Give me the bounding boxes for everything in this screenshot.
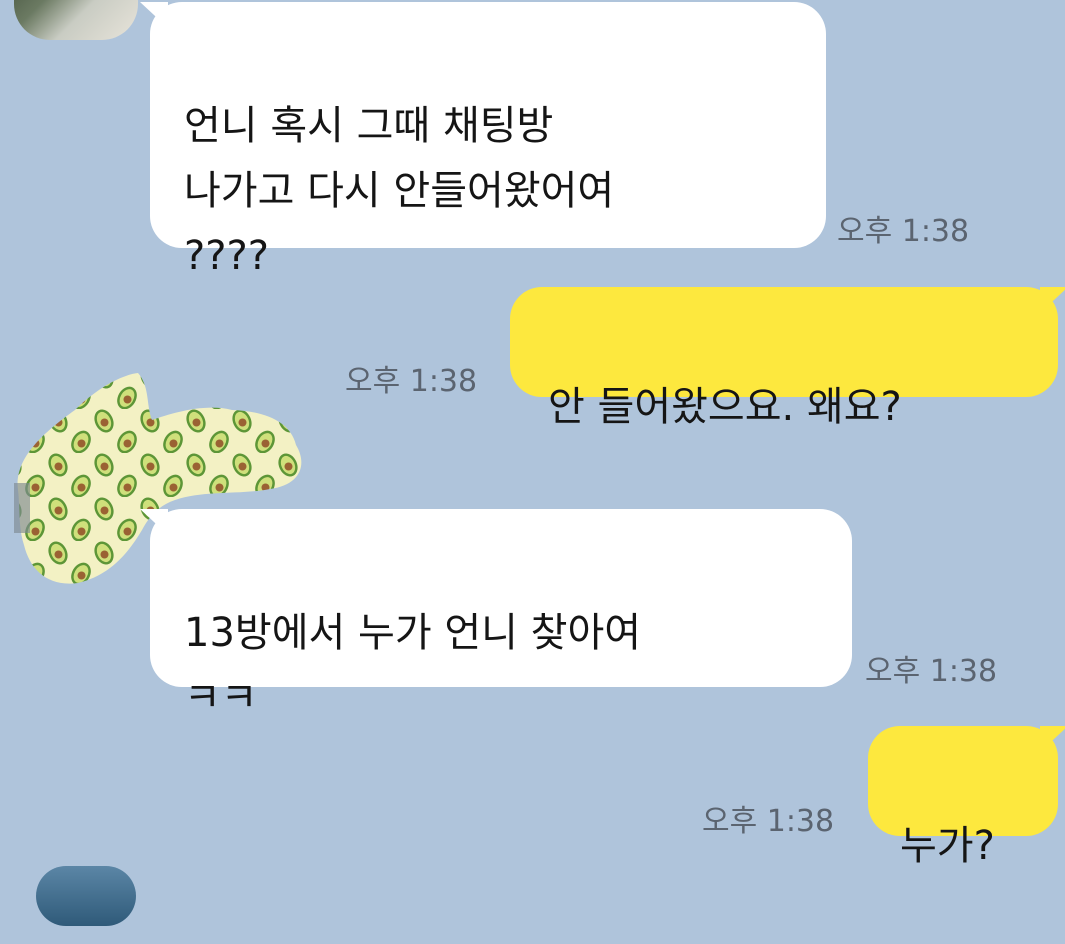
message-bubble-outgoing-2[interactable]: 누가?	[868, 726, 1058, 869]
sender-avatar-bottom[interactable]	[36, 866, 136, 926]
message-bubble-outgoing-1[interactable]: 안 들어왔으요. 왜요?	[510, 287, 1058, 430]
message-text: 언니 혹시 그때 채팅방 나가고 다시 안들어왔어여 ????	[184, 103, 615, 279]
message-timestamp: 오후 1:38	[837, 214, 970, 249]
message-bubble-incoming-1[interactable]: 언니 혹시 그때 채팅방 나가고 다시 안들어왔어여 ????	[150, 2, 826, 279]
chat-room: 언니 혹시 그때 채팅방 나가고 다시 안들어왔어여 ???? 오후 1:38 …	[0, 0, 1065, 926]
message-timestamp: 오후 1:38	[345, 364, 478, 399]
message-text: 13방에서 누가 언니 찾아여 ㅋㅋ	[184, 610, 642, 721]
message-text: 안 들어왔으요. 왜요?	[548, 384, 902, 430]
sender-avatar-top[interactable]	[14, 0, 138, 40]
message-bubble-incoming-2[interactable]: 13방에서 누가 언니 찾아여 ㅋㅋ	[150, 509, 852, 721]
message-timestamp: 오후 1:38	[702, 804, 835, 839]
message-text: 누가?	[900, 823, 995, 869]
message-timestamp: 오후 1:38	[865, 654, 998, 689]
